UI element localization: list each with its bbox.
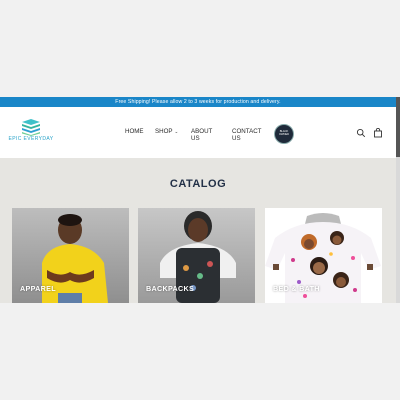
cube-stack-icon (22, 119, 40, 136)
catalog-card-bed-bath[interactable]: BED & BATH (265, 208, 382, 303)
brand-line1: EPIC (8, 136, 22, 142)
card-label: BED & BATH (273, 284, 320, 293)
brand-name: EPIC EVERYDAY (8, 137, 53, 142)
scrollbar-thumb[interactable] (396, 97, 400, 157)
nav-about[interactable]: ABOUT US (191, 128, 212, 142)
chevron-down-icon: ⌄ (174, 128, 179, 134)
bag-icon[interactable] (373, 128, 383, 138)
announcement-text: Free Shipping! Please allow 2 to 3 weeks… (115, 99, 281, 105)
nav-shop[interactable]: SHOP ⌄ (155, 128, 178, 135)
black-owned-badge: BLACK OWNED (274, 124, 294, 144)
card-label: APPAREL (20, 284, 56, 293)
catalog-title: CATALOG (169, 178, 227, 190)
brand-line2: EVERYDAY (23, 136, 54, 142)
catalog-card-apparel[interactable]: APPAREL (12, 208, 129, 303)
nav-shop-label: SHOP (155, 128, 173, 135)
nav-home[interactable]: HOME (125, 128, 144, 135)
brand-logo[interactable]: EPIC EVERYDAY (8, 119, 53, 147)
nav-contact[interactable]: CONTACT US (232, 128, 261, 142)
badge-line2: OWNED (279, 133, 289, 136)
announcement-bar: Free Shipping! Please allow 2 to 3 weeks… (0, 97, 396, 107)
search-icon[interactable] (356, 128, 366, 138)
card-label: BACKPACKS (146, 284, 195, 293)
catalog-card-backpacks[interactable]: BACKPACKS (138, 208, 255, 303)
